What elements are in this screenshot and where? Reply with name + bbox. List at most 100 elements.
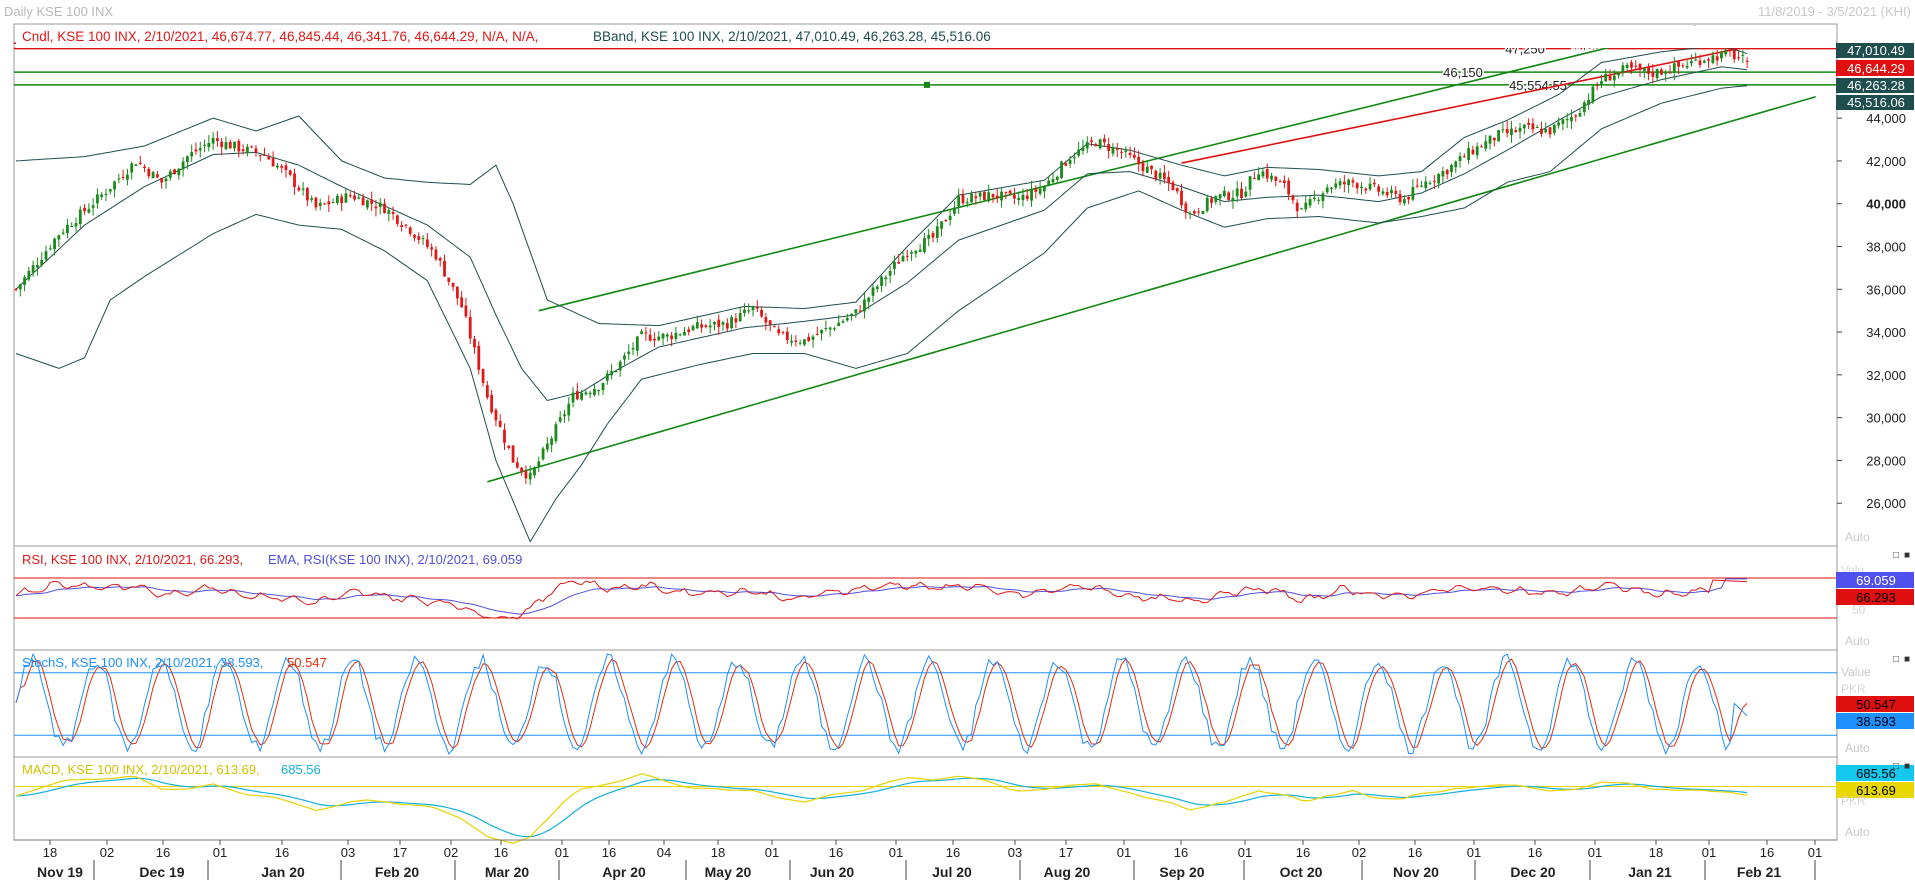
main-auto-label[interactable]: Auto xyxy=(1845,530,1870,544)
rsi-close-icon[interactable]: ■ xyxy=(1904,550,1910,561)
candle-body xyxy=(485,385,489,398)
candle-body xyxy=(567,403,571,416)
candle-body xyxy=(1098,139,1102,149)
candle-body xyxy=(1647,66,1650,74)
candle-body xyxy=(464,305,468,317)
candle-body xyxy=(811,336,815,340)
candle-body xyxy=(940,221,943,229)
stoch-restore-icon[interactable]: □ xyxy=(1893,654,1899,665)
candle-body xyxy=(245,146,249,153)
candle-body xyxy=(730,317,733,329)
stoch-k-tag: 38.593 xyxy=(1856,714,1896,729)
stoch-d-legend: 50.547 xyxy=(287,655,327,670)
candle-body xyxy=(1540,128,1543,134)
candle-body xyxy=(1068,159,1072,164)
candle-body xyxy=(550,438,554,445)
candle-body xyxy=(66,224,69,234)
candle-body xyxy=(481,369,485,383)
candle-body xyxy=(1621,65,1625,74)
candle-body xyxy=(1047,180,1051,186)
candle-body xyxy=(1664,72,1668,74)
candle-body xyxy=(14,288,18,290)
candle-body xyxy=(263,154,266,156)
candle-body xyxy=(1008,190,1012,194)
candle-body xyxy=(828,327,832,330)
candle-body xyxy=(880,276,883,286)
candle-body xyxy=(1158,172,1162,179)
candle-body xyxy=(884,277,888,280)
y-tick-label: 36,000 xyxy=(1866,282,1906,297)
candle-body xyxy=(1385,192,1389,196)
stoch-close-icon[interactable]: ■ xyxy=(1904,654,1910,665)
candle-body xyxy=(875,286,879,289)
candle-body xyxy=(468,316,472,339)
rsi-auto-label[interactable]: Auto xyxy=(1845,634,1870,648)
title-bar: Daily KSE 100 INX 11/8/2019 - 3/5/2021 (… xyxy=(4,4,1911,19)
candle-body xyxy=(237,140,241,152)
candle-body xyxy=(674,332,678,339)
candle-body xyxy=(1488,135,1492,144)
candle-body xyxy=(177,168,181,176)
candle-body xyxy=(927,234,931,239)
x-month-label: Dec 20 xyxy=(1510,864,1555,880)
candle-body xyxy=(683,331,686,336)
candle-body xyxy=(695,322,699,329)
candle-body xyxy=(1261,171,1265,177)
main-price-panel[interactable]: 44,000 42,000 40,000 38,000 36,000 34,000 32,0… xyxy=(14,25,1906,543)
candle-body xyxy=(1321,193,1325,202)
candle-body xyxy=(198,148,202,151)
candle-body xyxy=(533,467,536,476)
candle-body xyxy=(314,197,318,208)
macd-restore-icon[interactable]: □ xyxy=(1893,761,1899,772)
candle-body xyxy=(117,178,121,180)
candle-body xyxy=(417,236,421,240)
x-month-label: Dec 19 xyxy=(139,864,184,880)
candle-body xyxy=(104,193,108,196)
candle-body xyxy=(773,326,776,328)
candle-body xyxy=(1017,198,1021,200)
candle-body xyxy=(1094,144,1098,147)
y-tick-label: 30,000 xyxy=(1866,411,1906,426)
date-range: 11/8/2019 - 3/5/2021 (KHI) xyxy=(1758,4,1911,19)
candle-body xyxy=(1257,174,1261,181)
candle-body xyxy=(203,144,206,146)
macd-signal-tag: 685.56 xyxy=(1856,766,1896,781)
candle-body xyxy=(57,235,61,240)
x-day-tick-label: 16 xyxy=(1408,845,1422,860)
candle-body xyxy=(563,414,566,417)
candle-body xyxy=(194,149,198,152)
candle-body xyxy=(1462,156,1466,158)
x-day-tick-label: 01 xyxy=(1238,845,1252,860)
x-month-label: Jan 21 xyxy=(1628,864,1672,880)
candle-body xyxy=(605,373,609,381)
candle-body xyxy=(1330,187,1333,190)
candle-body xyxy=(704,325,708,327)
candle-body xyxy=(395,215,399,224)
macd-panel[interactable] xyxy=(14,773,1837,844)
candle-body xyxy=(310,198,314,200)
macd-close-icon[interactable]: ■ xyxy=(1904,761,1910,772)
stoch-auto-label[interactable]: Auto xyxy=(1845,741,1870,755)
candle-body xyxy=(100,194,104,197)
candle-body xyxy=(168,171,172,178)
x-month-label: Jun 20 xyxy=(810,864,855,880)
candle-body xyxy=(215,138,219,141)
rsi-panel[interactable] xyxy=(14,577,1837,620)
candle-body xyxy=(635,336,639,351)
rsi-restore-icon[interactable]: □ xyxy=(1893,550,1899,561)
macd-legend-text: MACD, KSE 100 INX, 2/10/2021, 613.69, xyxy=(22,762,260,777)
candle-body xyxy=(378,202,382,207)
candle-body xyxy=(1317,199,1321,201)
macd-auto-label[interactable]: Auto xyxy=(1845,825,1870,839)
x-day-tick-label: 02 xyxy=(1352,845,1366,860)
candle-body xyxy=(743,309,746,314)
stoch-k-legend: StochS, KSE 100 INX, 2/10/2021, 38.593, xyxy=(22,655,263,670)
candle-body xyxy=(588,392,592,395)
candle-body xyxy=(1492,137,1496,141)
candle-body xyxy=(181,161,185,170)
candle-body xyxy=(837,322,841,327)
candle-body xyxy=(1102,138,1106,143)
x-month-label: Sep 20 xyxy=(1159,864,1204,880)
candle-body xyxy=(1034,188,1038,192)
candle-body xyxy=(134,164,138,166)
